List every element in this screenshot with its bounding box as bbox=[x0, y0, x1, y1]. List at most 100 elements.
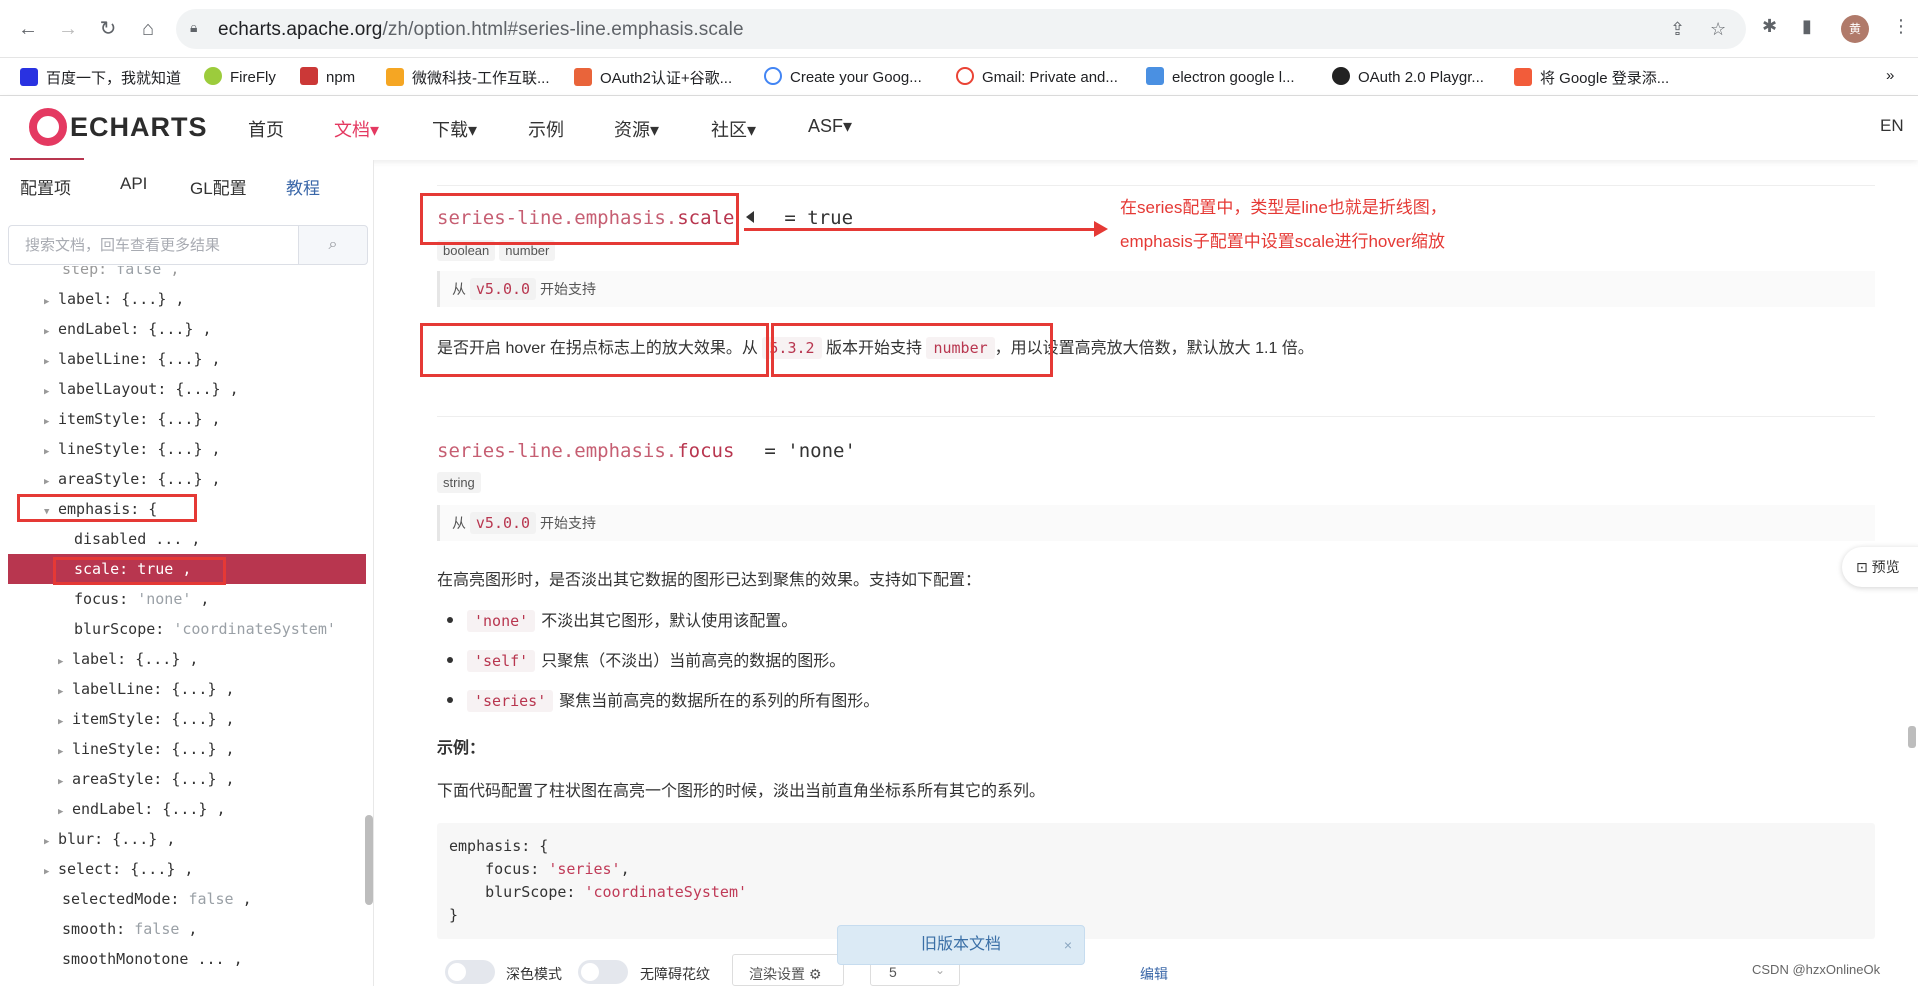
bookmark-weiwei[interactable]: 微微科技-工作互联... bbox=[386, 67, 550, 89]
menu-kebab-icon[interactable]: ⋮ bbox=[1892, 16, 1910, 37]
section-divider bbox=[437, 185, 1875, 186]
bookmark-electron[interactable]: electron google l... bbox=[1146, 67, 1295, 89]
expand-arrow-icon[interactable]: ▶ bbox=[44, 437, 58, 467]
bookmark-firefly[interactable]: FireFly bbox=[204, 67, 276, 89]
since-box: 从 v5.0.0 开始支持 bbox=[437, 505, 1875, 541]
bookmark-star-icon[interactable]: ☆ bbox=[1710, 19, 1726, 40]
expand-arrow-icon[interactable]: ▶ bbox=[58, 647, 72, 677]
extensions-icon[interactable]: ✱ bbox=[1762, 16, 1777, 37]
tree-row-areastyle[interactable]: ▶ areaStyle: {...} , bbox=[0, 464, 366, 494]
reload-icon[interactable]: ↻ bbox=[94, 15, 122, 43]
url-text[interactable]: echarts.apache.org/zh/option.html#series… bbox=[218, 19, 744, 41]
back-icon[interactable]: ← bbox=[14, 15, 42, 43]
expand-arrow-icon[interactable]: ▶ bbox=[58, 767, 72, 797]
profile-avatar[interactable]: 黄 bbox=[1841, 15, 1869, 43]
home-icon[interactable]: ⌂ bbox=[134, 15, 162, 43]
forward-icon[interactable]: → bbox=[54, 15, 82, 43]
tree-row-labelline[interactable]: ▶ labelLine: {...} , bbox=[0, 344, 366, 374]
bookmark-create-google[interactable]: Create your Goog... bbox=[764, 67, 922, 89]
echarts-logo-text[interactable]: ECHARTS bbox=[70, 112, 208, 143]
tree-row-blurscope[interactable]: blurScope: 'coordinateSystem' bbox=[0, 614, 366, 644]
tree-row-emphasis-label[interactable]: ▶ label: {...} , bbox=[0, 644, 366, 674]
tab-options[interactable]: 配置项 bbox=[20, 174, 71, 199]
render-settings-button[interactable]: 渲染设置 ⚙ bbox=[732, 954, 844, 986]
menu-home[interactable]: 首页 bbox=[248, 116, 284, 142]
tree-row-focus[interactable]: focus: 'none' , bbox=[0, 584, 366, 614]
annotation-box-version bbox=[771, 323, 1053, 377]
google-icon bbox=[956, 67, 974, 85]
tree-row-itemstyle[interactable]: ▶ itemStyle: {...} , bbox=[0, 404, 366, 434]
search-button[interactable]: ⌕ bbox=[298, 225, 368, 265]
address-bar[interactable]: 🔒︎ echarts.apache.org/zh/option.html#ser… bbox=[176, 9, 1746, 49]
tree-row-label[interactable]: ▶ label: {...} , bbox=[0, 284, 366, 314]
expand-arrow-icon[interactable]: ▶ bbox=[44, 407, 58, 437]
tree-row-emphasis-linestyle[interactable]: ▶ lineStyle: {...} , bbox=[0, 734, 366, 764]
bookmark-baidu[interactable]: 百度一下，我就知道 bbox=[20, 67, 181, 89]
watermark: CSDN @hzxOnlineOk bbox=[1752, 962, 1881, 977]
tree-row-smoothmonotone[interactable]: smoothMonotone ... , bbox=[0, 944, 366, 974]
bookmark-gmail[interactable]: Gmail: Private and... bbox=[956, 67, 1118, 89]
tree-row-blur[interactable]: ▶ blur: {...} , bbox=[0, 824, 366, 854]
sidepanel-icon[interactable]: ▮ bbox=[1802, 16, 1812, 37]
list-item: 'self' 只聚焦（不淡出）当前高亮的数据的图形。 bbox=[447, 647, 845, 672]
bookmark-npm[interactable]: npm bbox=[300, 67, 355, 89]
tree-row-emphasis-itemstyle[interactable]: ▶ itemStyle: {...} , bbox=[0, 704, 366, 734]
close-icon[interactable]: × bbox=[1064, 926, 1072, 964]
doc-search-field[interactable] bbox=[8, 225, 298, 265]
expand-arrow-icon[interactable]: ▶ bbox=[44, 857, 58, 887]
tab-tutorial[interactable]: 教程 bbox=[286, 174, 320, 199]
lock-icon[interactable]: 🔒︎ bbox=[190, 19, 208, 37]
tree-row-disabled[interactable]: disabled ... , bbox=[0, 524, 366, 554]
tree-row-step[interactable]: step: false , bbox=[0, 266, 366, 284]
tree-row-emphasis-areastyle[interactable]: ▶ areaStyle: {...} , bbox=[0, 764, 366, 794]
share-icon[interactable]: ⇪ bbox=[1670, 19, 1685, 40]
annotation-box-scale-title bbox=[420, 193, 739, 245]
tree-row-select[interactable]: ▶ select: {...} , bbox=[0, 854, 366, 884]
bookmark-google-login[interactable]: 将 Google 登录添... bbox=[1514, 67, 1669, 89]
tree-row-emphasis-labelline[interactable]: ▶ labelLine: {...} , bbox=[0, 674, 366, 704]
echarts-logo-icon[interactable] bbox=[29, 108, 67, 146]
tree-row-endlabel[interactable]: ▶ endLabel: {...} , bbox=[0, 314, 366, 344]
tree-row-labellayout[interactable]: ▶ labelLayout: {...} , bbox=[0, 374, 366, 404]
expand-arrow-icon[interactable]: ▶ bbox=[44, 317, 58, 347]
expand-arrow-icon[interactable]: ▶ bbox=[44, 467, 58, 497]
collapse-caret-icon[interactable] bbox=[746, 211, 754, 223]
expand-arrow-icon[interactable]: ▶ bbox=[44, 287, 58, 317]
tab-gl-options[interactable]: GL配置 bbox=[190, 174, 247, 199]
expand-arrow-icon[interactable]: ▶ bbox=[58, 677, 72, 707]
no-pattern-toggle[interactable] bbox=[578, 960, 628, 984]
edit-link[interactable]: 编辑 bbox=[1140, 964, 1168, 984]
menu-resources[interactable]: 资源▾ bbox=[614, 116, 659, 142]
doc-search-input[interactable] bbox=[9, 226, 298, 264]
expand-arrow-icon[interactable]: ▶ bbox=[44, 347, 58, 377]
tab-api[interactable]: API bbox=[120, 174, 147, 194]
menu-docs[interactable]: 文档▾ bbox=[334, 116, 379, 142]
menu-download[interactable]: 下载▾ bbox=[432, 116, 477, 142]
section-divider bbox=[437, 416, 1875, 417]
language-switch[interactable]: EN bbox=[1880, 116, 1904, 136]
sidebar-scrollbar[interactable] bbox=[365, 815, 373, 905]
option-tree: step: false , ▶ label: {...} , ▶ endLabel:… bbox=[0, 266, 373, 986]
expand-arrow-icon[interactable]: ▶ bbox=[44, 827, 58, 857]
preview-button[interactable]: ⊡ 预览 bbox=[1842, 547, 1918, 587]
old-version-docs-banner[interactable]: 旧版本文档 × bbox=[837, 925, 1085, 965]
tree-row-emphasis-endlabel[interactable]: ▶ endLabel: {...} , bbox=[0, 794, 366, 824]
site-header: ECHARTS 首页 文档▾ 下载▾ 示例 资源▾ 社区▾ ASF▾ EN bbox=[0, 96, 1918, 161]
bookmark-oauth-playground[interactable]: OAuth 2.0 Playgr... bbox=[1332, 67, 1484, 89]
bookmarks-more-icon[interactable]: » bbox=[1886, 67, 1894, 89]
bookmark-oauth2[interactable]: OAuth2认证+谷歌... bbox=[574, 67, 732, 89]
expand-arrow-icon[interactable]: ▶ bbox=[44, 377, 58, 407]
expand-arrow-icon[interactable]: ▶ bbox=[58, 707, 72, 737]
tree-row-linestyle[interactable]: ▶ lineStyle: {...} , bbox=[0, 434, 366, 464]
expand-arrow-icon[interactable]: ▶ bbox=[58, 797, 72, 827]
menu-community[interactable]: 社区▾ bbox=[711, 116, 756, 142]
main-scrollbar[interactable] bbox=[1908, 726, 1916, 748]
tree-row-selectedmode[interactable]: selectedMode: false , bbox=[0, 884, 366, 914]
tree-row-smooth[interactable]: smooth: false , bbox=[0, 914, 366, 944]
annotation-note-line2: emphasis子配置中设置scale进行hover缩放 bbox=[1120, 232, 1445, 251]
dark-mode-toggle[interactable] bbox=[445, 960, 495, 984]
expand-arrow-icon[interactable]: ▶ bbox=[58, 737, 72, 767]
menu-examples[interactable]: 示例 bbox=[528, 116, 564, 142]
menu-asf[interactable]: ASF▾ bbox=[808, 116, 852, 137]
dark-mode-label: 深色模式 bbox=[506, 966, 562, 982]
